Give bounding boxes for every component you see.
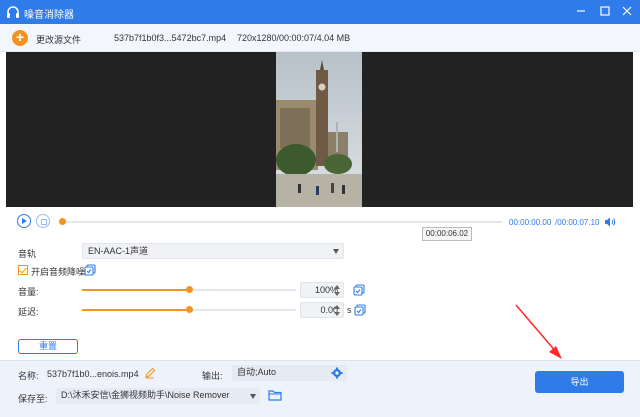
file-toolbar: + 更改源文件 537b7f1b0f3...5472bc7.mp4 720x12… (0, 24, 640, 52)
progress-track[interactable] (62, 221, 502, 223)
save-path-value: D:\沐禾安信\金狮视频助手\Noise Remover (61, 390, 230, 400)
audio-track-select[interactable]: EN-AAC-1声道 (82, 243, 344, 259)
minimize-icon[interactable] (574, 4, 588, 18)
delay-stepper[interactable] (333, 302, 343, 318)
source-file-info: 720x1280/00:00:07/4.04 MB (237, 33, 351, 43)
save-to-label: 保存至: (18, 394, 48, 404)
copy-settings-icon[interactable] (84, 264, 96, 276)
output-format-value: 自动;Auto (237, 367, 277, 377)
denoise-checkbox[interactable] (18, 265, 28, 275)
hover-time-tooltip: 00:00:06.02 (422, 227, 472, 241)
volume-icon[interactable] (604, 216, 616, 228)
maximize-icon[interactable] (598, 4, 612, 18)
chevron-down-icon (250, 394, 256, 399)
audio-track-value: EN-AAC-1声道 (88, 246, 149, 256)
chevron-down-icon (333, 249, 339, 254)
delay-slider-handle[interactable] (186, 306, 193, 313)
copy-settings-icon[interactable] (354, 304, 366, 316)
output-format-select[interactable]: 自动;Auto (232, 365, 347, 381)
export-button[interactable]: 导出 (535, 371, 624, 393)
add-icon[interactable]: + (12, 30, 28, 46)
current-time: 00:00:00.00 (509, 218, 552, 227)
volume-slider-handle[interactable] (186, 286, 193, 293)
volume-slider-fill (82, 289, 189, 291)
delay-slider-fill (82, 309, 189, 311)
video-frame (276, 52, 362, 207)
progress-handle[interactable] (59, 218, 66, 225)
window-title: 噪音消除器 (24, 10, 74, 21)
playback-bar: 00:00:00.00 /00:00:07.10 (0, 207, 640, 235)
save-path-select[interactable]: D:\沐禾安信\金狮视频助手\Noise Remover (56, 388, 260, 404)
play-icon[interactable] (17, 214, 31, 228)
total-time: /00:00:07.10 (555, 218, 600, 227)
volume-stepper[interactable] (333, 282, 343, 298)
close-icon[interactable] (620, 4, 634, 18)
headphones-icon (7, 6, 19, 18)
edit-icon[interactable] (144, 367, 156, 379)
delay-unit: s (347, 305, 352, 315)
folder-icon[interactable] (268, 389, 282, 401)
volume-label: 音量: (18, 287, 39, 297)
video-preview[interactable] (6, 52, 633, 207)
source-file-name: 537b7f1b0f3...5472bc7.mp4 (114, 33, 227, 43)
name-label: 名称: (18, 371, 39, 381)
output-label: 输出: (202, 371, 223, 381)
stop-icon[interactable] (36, 214, 50, 228)
delay-label: 延迟: (18, 307, 39, 317)
change-source-button[interactable]: 更改源文件 (36, 33, 81, 46)
title-bar: 噪音消除器 (0, 0, 640, 24)
output-name-value: 537b7f1b0...enois.mp4 (47, 369, 139, 379)
denoise-label: 开启音频降噪 (31, 267, 86, 277)
gear-icon[interactable] (331, 367, 343, 379)
audio-track-label: 音轨 (18, 249, 37, 259)
reset-button[interactable]: 重置 (18, 339, 78, 354)
copy-settings-icon[interactable] (353, 284, 365, 296)
